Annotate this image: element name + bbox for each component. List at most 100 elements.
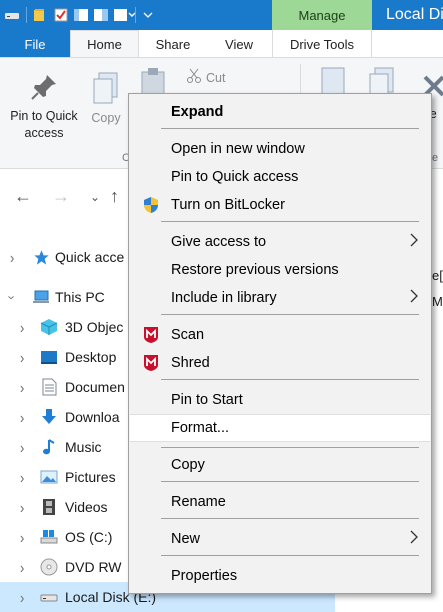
menu-separator <box>161 447 419 448</box>
shield-icon <box>142 196 160 214</box>
tab-home[interactable]: Home <box>70 30 139 58</box>
submenu-arrow-icon <box>410 289 418 306</box>
menu-item-restore-previous-versions[interactable]: Restore previous versions <box>130 257 430 283</box>
manage-tab[interactable]: Manage <box>272 0 372 30</box>
menu-item-pin-quick-access[interactable]: Pin to Quick access <box>130 164 430 190</box>
menu-item-open-new-window[interactable]: Open in new window <box>130 136 430 162</box>
file-list-fragment: e[ <box>432 268 443 283</box>
back-arrow-icon[interactable]: ← <box>14 186 32 207</box>
chevron-right-icon[interactable]: › <box>20 438 24 456</box>
cut-label: Cut <box>206 71 226 85</box>
submenu-arrow-icon <box>410 233 418 250</box>
document-icon <box>40 378 58 396</box>
tab-drive-tools[interactable]: Drive Tools <box>272 30 372 58</box>
chevron-down-icon[interactable]: › <box>5 295 20 299</box>
pin-quick-access-button[interactable]: Pin to Quick access <box>2 72 86 142</box>
menu-item-label: Shred <box>171 355 210 371</box>
menu-item-properties[interactable]: Properties <box>130 563 430 589</box>
tree-item-label: Pictures <box>65 469 116 485</box>
menu-item-label: Rename <box>171 494 226 510</box>
download-icon <box>40 408 58 426</box>
chevron-right-icon[interactable]: › <box>20 498 24 516</box>
menu-item-give-access-to[interactable]: Give access to <box>130 229 430 255</box>
chevron-right-icon[interactable]: › <box>20 528 24 546</box>
chevron-down-icon[interactable] <box>142 7 158 23</box>
desktop-icon <box>40 348 58 366</box>
cube-icon <box>40 318 58 336</box>
menu-item-label: Restore previous versions <box>171 262 339 278</box>
folder-icon[interactable] <box>33 7 49 23</box>
menu-item-format[interactable]: Format... <box>130 414 430 442</box>
menu-separator <box>161 555 419 556</box>
menu-separator <box>161 128 419 129</box>
dvd-icon <box>40 558 58 576</box>
menu-item-label: Turn on BitLocker <box>171 197 285 213</box>
star-icon <box>32 248 50 266</box>
chevron-right-icon[interactable]: › <box>20 408 24 426</box>
computer-icon <box>32 288 50 306</box>
chevron-right-icon[interactable]: › <box>20 378 24 396</box>
tab-share[interactable]: Share <box>140 30 206 58</box>
menu-item-label: Pin to Quick access <box>171 169 299 185</box>
pin-label-line1: Pin to Quick <box>10 109 78 123</box>
os-drive-icon <box>40 528 58 546</box>
context-menu: Expand Open in new window Pin to Quick a… <box>128 93 432 594</box>
menu-item-shred[interactable]: Shred <box>130 350 430 376</box>
menu-item-pin-to-start[interactable]: Pin to Start <box>130 387 430 413</box>
menu-separator <box>161 379 419 380</box>
pictures-icon <box>40 468 58 486</box>
organize-group-label: e <box>432 152 439 164</box>
menu-item-scan[interactable]: Scan <box>130 322 430 348</box>
menu-item-include-in-library[interactable]: Include in library <box>130 285 430 311</box>
tree-item-label: Downloa <box>65 409 120 425</box>
pin-icon <box>2 72 86 108</box>
menu-separator <box>161 221 419 222</box>
tree-item-label: Documen <box>65 379 125 395</box>
menu-separator <box>161 481 419 482</box>
chevron-right-icon[interactable]: › <box>10 248 14 266</box>
scissors-icon <box>186 68 202 89</box>
view-icon[interactable] <box>73 7 89 23</box>
tree-item-label: This PC <box>55 289 105 305</box>
menu-item-label: New <box>171 531 201 547</box>
copy-icon <box>86 66 126 110</box>
menu-item-expand[interactable]: Expand <box>130 99 430 125</box>
tree-item-label: Desktop <box>65 349 117 365</box>
menu-item-rename[interactable]: Rename <box>130 489 430 515</box>
chevron-right-icon[interactable]: › <box>20 468 24 486</box>
layout-icon[interactable] <box>93 7 109 23</box>
drive-icon[interactable] <box>4 7 20 23</box>
copy-label: Copy <box>91 111 121 125</box>
chevron-right-icon[interactable]: › <box>20 318 24 336</box>
menu-item-label: Format... <box>171 420 230 436</box>
tree-item-label: Quick acce <box>55 249 125 265</box>
toolbar-divider <box>135 7 136 23</box>
copy-button[interactable]: Copy <box>86 66 126 127</box>
mcafee-icon <box>142 354 160 372</box>
customize-icon[interactable] <box>113 7 136 23</box>
forward-arrow-icon[interactable]: → <box>52 186 70 207</box>
menu-item-turn-on-bitlocker[interactable]: Turn on BitLocker <box>130 192 430 218</box>
title-bar: Manage Local Di <box>0 0 443 30</box>
window-title: Local Di <box>386 6 443 23</box>
menu-item-label: Include in library <box>171 290 277 306</box>
ribbon-tabs: File Home Share View Drive Tools <box>0 30 443 58</box>
tab-view[interactable]: View <box>207 30 271 58</box>
up-arrow-icon[interactable]: ↑ <box>110 186 119 207</box>
tab-file[interactable]: File <box>0 30 70 58</box>
menu-item-new[interactable]: New <box>130 526 430 552</box>
chevron-right-icon[interactable]: › <box>20 348 24 366</box>
recent-locations-chevron-icon[interactable]: ⌄ <box>90 190 100 204</box>
mcafee-icon <box>142 326 160 344</box>
film-icon <box>40 498 58 516</box>
menu-item-label: Scan <box>171 327 205 343</box>
cut-button[interactable]: Cut <box>186 68 236 89</box>
properties-check-icon[interactable] <box>53 7 69 23</box>
pin-label-line2: access <box>24 126 64 140</box>
tree-item-label: Music <box>65 439 102 455</box>
drive-icon <box>40 588 58 606</box>
chevron-right-icon[interactable]: › <box>20 558 24 576</box>
tree-item-label: 3D Objec <box>65 319 124 335</box>
chevron-right-icon[interactable]: › <box>20 588 24 606</box>
menu-item-copy[interactable]: Copy <box>130 452 430 478</box>
